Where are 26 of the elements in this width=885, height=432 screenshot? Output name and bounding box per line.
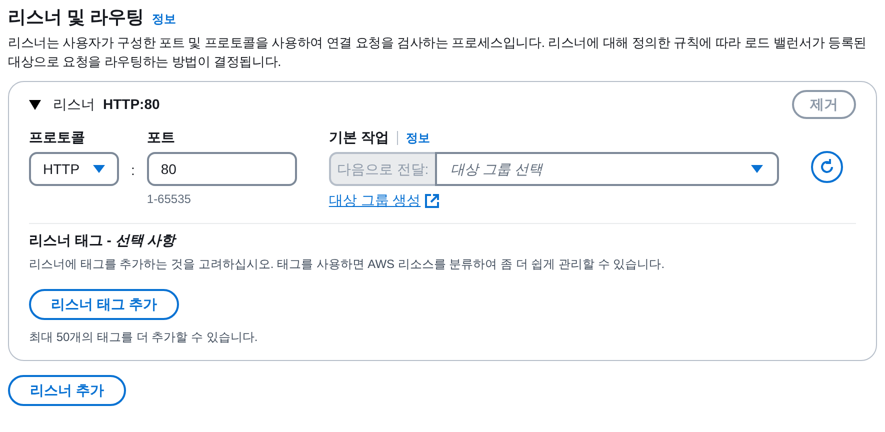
info-link[interactable]: 정보: [152, 10, 176, 28]
tags-description: 리스너에 태그를 추가하는 것을 고려하십시오. 태그를 사용하면 AWS 리소스를 분류하여 좀 더 쉽게 관리할 수 있습니다.: [29, 256, 666, 273]
section-description: 리스너는 사용자가 구성한 포트 및 프로토콜을 사용하여 연결 요청을 검사하는 프로세스입니다. 리스너에 대해 정의한 규칙에 따라 로드 밸런서가 등록된 대상으로 요청을 라우팅하는 방법이 결정됩니다.: [8, 34, 868, 71]
add-listener-button[interactable]: 리스너 추가: [8, 375, 126, 406]
protocol-select[interactable]: HTTP: [29, 152, 119, 186]
add-tag-button[interactable]: 리스너 태그 추가: [29, 289, 179, 320]
info-link[interactable]: 정보: [406, 128, 430, 146]
field-label: 포트: [146, 128, 176, 147]
separator-text: :: [131, 161, 135, 180]
field-prefix: 다음으로 전달:: [328, 152, 435, 186]
tags-title: 리스너 태그 - 선택 사항: [29, 231, 178, 250]
caret-down-icon: [93, 165, 105, 173]
listener-name: HTTP:80: [103, 95, 160, 114]
field-label: 기본 작업: [328, 128, 389, 147]
target-group-select[interactable]: 대상 그룹 선택: [434, 152, 779, 186]
port-hint: 1-65535: [146, 191, 192, 208]
listener-label: 리스너: [53, 95, 95, 114]
tag-limit-note: 최대 50개의 태그를 더 추가할 수 있습니다.: [29, 329, 259, 346]
create-target-group-link[interactable]: 대상 그룹 생성: [328, 190, 421, 211]
caret-down-icon[interactable]: [29, 100, 41, 110]
port-field[interactable]: 80: [146, 152, 297, 186]
external-link-icon: [424, 194, 439, 208]
section-title: 리스너 및 라우팅: [8, 6, 144, 29]
refresh-button[interactable]: [810, 151, 843, 183]
caret-down-icon: [750, 165, 763, 173]
field-label: 프로토콜: [29, 128, 86, 147]
